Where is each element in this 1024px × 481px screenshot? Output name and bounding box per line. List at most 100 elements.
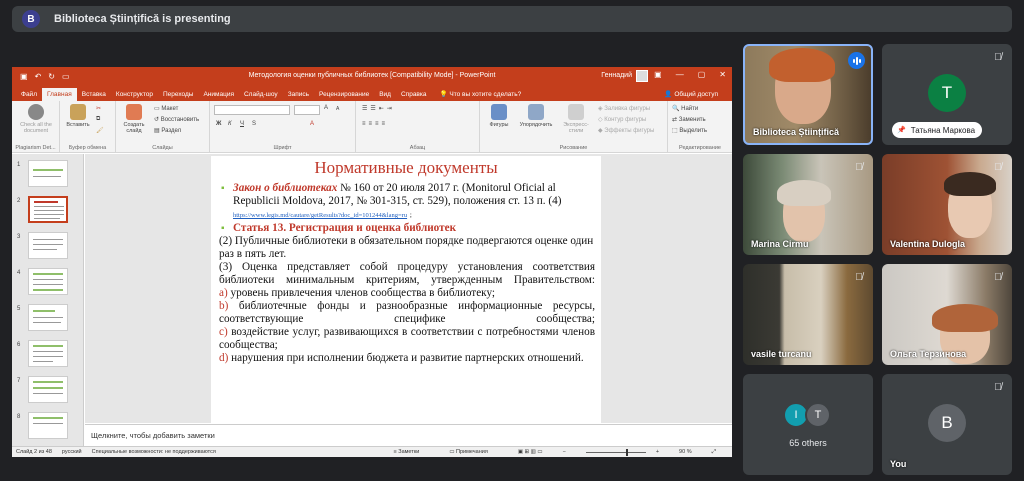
view-buttons-icon[interactable]: ▣ ⊞ ▥ ▭ bbox=[518, 449, 543, 455]
participant-tile-tatyana[interactable]: 🎙̸ T 📌 Татьяна Маркова bbox=[882, 44, 1012, 145]
participant-tile-you[interactable]: 🎙̸ B You bbox=[882, 374, 1012, 475]
maximize-icon[interactable]: ▢ bbox=[698, 70, 706, 79]
mic-off-icon: 🎙̸ bbox=[994, 382, 1002, 393]
paste-icon bbox=[70, 104, 86, 120]
fit-slide-icon[interactable]: ⤢ bbox=[712, 449, 716, 456]
find-button[interactable]: 🔍 Найти bbox=[672, 105, 698, 112]
font-size-box[interactable] bbox=[294, 105, 320, 115]
shared-screen: ▣ ↶ ↻ ▭ Методология оценки публичных биб… bbox=[12, 67, 732, 457]
cut-icon[interactable]: ✂ bbox=[96, 105, 101, 112]
copy-icon[interactable]: ⧉ bbox=[96, 116, 100, 123]
tab-slideshow[interactable]: Слайд-шоу bbox=[239, 91, 283, 101]
plagiarism-group: Check all the document Plagiarism Det... bbox=[12, 101, 60, 153]
close-icon[interactable]: ✕ bbox=[719, 70, 726, 79]
user-avatar[interactable] bbox=[636, 70, 648, 82]
thumbnail-image bbox=[28, 268, 68, 295]
ribbon-options-icon[interactable]: ▣ bbox=[654, 70, 662, 79]
shape-outline-button[interactable]: ◇ Контур фигуры bbox=[598, 116, 646, 123]
notes-placeholder: Щелкните, чтобы добавить заметки bbox=[91, 431, 215, 440]
section-button[interactable]: ▤ Раздел bbox=[154, 127, 181, 134]
tab-insert[interactable]: Вставка bbox=[77, 91, 111, 101]
bold-button[interactable]: Ж bbox=[216, 121, 221, 127]
font-color-button[interactable]: A bbox=[310, 121, 314, 127]
participant-tile-presenter[interactable]: Biblioteca Științifică bbox=[743, 44, 873, 145]
presenting-banner[interactable]: B Biblioteca Științifică is presenting bbox=[12, 6, 1012, 32]
zoom-out-icon[interactable]: − bbox=[563, 449, 566, 455]
tab-animations[interactable]: Анимация bbox=[198, 91, 239, 101]
replace-label: Заменить bbox=[678, 117, 706, 123]
participant-tile-vasile[interactable]: 🎙̸ vasile turcanu bbox=[743, 264, 873, 365]
notes-pane[interactable]: Щелкните, чтобы добавить заметки bbox=[85, 424, 732, 446]
shape-fill-button[interactable]: ◈ Заливка фигуры bbox=[598, 105, 650, 112]
thumbnail-8[interactable]: 8 bbox=[12, 412, 84, 444]
thumbnail-7[interactable]: 7 bbox=[12, 376, 84, 408]
new-slide-label: Создать слайд bbox=[123, 122, 145, 134]
thumbnail-5[interactable]: 5 bbox=[12, 304, 84, 336]
tab-transitions[interactable]: Переходы bbox=[158, 91, 199, 101]
shape-effects-button[interactable]: ◆ Эффекты фигуры bbox=[598, 127, 654, 134]
paste-button[interactable]: Вставить bbox=[64, 104, 92, 128]
tab-design[interactable]: Конструктор bbox=[111, 91, 158, 101]
minimize-icon[interactable]: — bbox=[676, 70, 684, 79]
participant-tile-olga[interactable]: 🎙̸ Ольга Терзинова bbox=[882, 264, 1012, 365]
new-slide-icon bbox=[126, 104, 142, 120]
arrange-label: Упорядочить bbox=[519, 122, 553, 128]
mic-off-icon: 🎙̸ bbox=[994, 52, 1002, 63]
accessibility-status[interactable]: Специальные возможности: не поддерживают… bbox=[92, 449, 216, 455]
thumbnail-2[interactable]: 2 bbox=[12, 196, 84, 228]
replace-button[interactable]: ⇄ Заменить bbox=[672, 116, 706, 123]
drawing-group-label: Рисование bbox=[559, 145, 588, 151]
zoom-in-icon[interactable]: + bbox=[656, 449, 659, 455]
tell-me-search[interactable]: 💡 Что вы хотите сделать? bbox=[439, 90, 521, 101]
italic-button[interactable]: К bbox=[228, 121, 232, 127]
participant-tile-others[interactable]: I T 65 others bbox=[743, 374, 873, 475]
reset-button[interactable]: ↺ Восстановить bbox=[154, 116, 199, 123]
thumbnail-4[interactable]: 4 bbox=[12, 268, 84, 300]
tab-home[interactable]: Главная bbox=[41, 88, 77, 101]
thumbnail-3[interactable]: 3 bbox=[12, 232, 84, 264]
slide-thumbnails: 1 2 3 4 5 6 7 8 bbox=[12, 154, 84, 446]
tab-review[interactable]: Рецензирование bbox=[314, 91, 374, 101]
font-family-box[interactable] bbox=[214, 105, 290, 115]
status-bar: Слайд 2 из 48 русский Специальные возмож… bbox=[12, 446, 732, 457]
list-buttons-icon[interactable]: ☰☰⇤⇥ bbox=[362, 105, 395, 112]
language-status[interactable]: русский bbox=[62, 449, 82, 455]
participant-tile-valentina[interactable]: 🎙̸ Valentina Dulogla bbox=[882, 154, 1012, 255]
tab-file[interactable]: Файл bbox=[16, 91, 42, 101]
participant-name: Valentina Dulogla bbox=[890, 239, 966, 249]
new-slide-button[interactable]: Создать слайд bbox=[119, 104, 149, 134]
select-button[interactable]: ⬚ Выделить bbox=[672, 127, 707, 134]
font-shrink-button[interactable]: A bbox=[336, 106, 339, 112]
font-grow-button[interactable]: A bbox=[324, 105, 328, 111]
arrange-button[interactable]: Упорядочить bbox=[516, 104, 556, 128]
align-buttons-icon[interactable]: ≡≡≡≡ bbox=[362, 121, 388, 127]
tab-view[interactable]: Вид bbox=[374, 91, 396, 101]
tab-record[interactable]: Запись bbox=[283, 91, 314, 101]
notes-toggle[interactable]: ≡ Заметки bbox=[394, 449, 430, 455]
shapes-button[interactable]: Фигуры bbox=[484, 104, 514, 128]
share-button[interactable]: 👤 Общий доступ bbox=[664, 90, 732, 101]
thumbnail-number: 5 bbox=[17, 306, 21, 312]
item-d: d) нарушения при исполнении бюджета и ра… bbox=[219, 352, 595, 365]
tab-help[interactable]: Справка bbox=[396, 91, 432, 101]
current-slide[interactable]: Нормативные документы Закон о библиотека… bbox=[211, 156, 601, 424]
thumbnail-6[interactable]: 6 bbox=[12, 340, 84, 372]
tell-me-text: Что вы хотите сделать? bbox=[449, 91, 522, 98]
format-painter-icon[interactable]: 🖌 bbox=[96, 127, 104, 134]
user-name[interactable]: Геннадий bbox=[601, 72, 632, 79]
participant-name: Татьяна Маркова bbox=[910, 125, 976, 135]
zoom-level[interactable]: 90 % bbox=[679, 449, 692, 455]
law-link[interactable]: https://www.legis.md/cautare/getResults?… bbox=[233, 212, 407, 219]
layout-button[interactable]: ▭ Макет bbox=[154, 105, 178, 112]
participant-tile-marina[interactable]: 🎙̸ Marina Cirmu bbox=[743, 154, 873, 255]
strike-button[interactable]: S bbox=[252, 121, 256, 127]
pin-icon[interactable]: 📌 bbox=[897, 126, 906, 134]
comments-toggle[interactable]: ▭ Примечания bbox=[449, 449, 498, 455]
zoom-slider[interactable] bbox=[585, 448, 646, 456]
check-document-button[interactable]: Check all the document bbox=[14, 104, 58, 134]
underline-button[interactable]: Ч bbox=[240, 121, 244, 127]
thumbnail-1[interactable]: 1 bbox=[12, 160, 84, 192]
quick-styles-button[interactable]: Экспресс-стили bbox=[558, 104, 594, 134]
others-count: 65 others bbox=[789, 438, 827, 448]
item-a: a) уровень привлечения членов сообщества… bbox=[219, 287, 595, 300]
